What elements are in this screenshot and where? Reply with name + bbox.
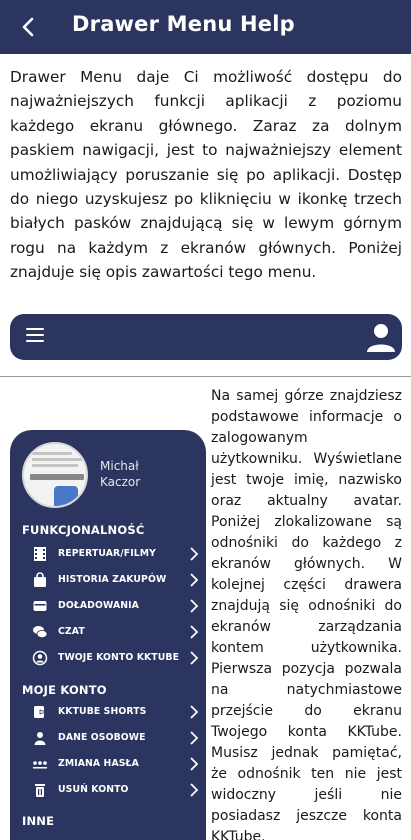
drawer-item-label: USUŃ KONTO: [58, 784, 129, 795]
avatar: [22, 442, 88, 508]
drawer-item-label: HISTORIA ZAKUPÓW: [58, 574, 167, 585]
chevron-right-icon: [186, 650, 202, 666]
drawer-item-delete-account[interactable]: USUŃ KONTO: [30, 779, 202, 801]
chevron-right-icon: [186, 598, 202, 614]
chevron-right-icon: [186, 624, 202, 640]
drawer-preview: Michał Kaczor FUNKCJONALNOŚĆ REPERTUAR/F…: [10, 430, 206, 840]
page-title: Drawer Menu Help: [72, 12, 295, 36]
person-icon: [364, 320, 398, 354]
drawer-item-label: DOŁADOWANIA: [58, 600, 139, 611]
drawer-item-change-password[interactable]: ZMIANA HASŁA: [30, 753, 202, 775]
chevron-right-icon: [186, 756, 202, 772]
demo-top-bar: [10, 314, 402, 360]
chevron-right-icon: [186, 546, 202, 562]
drawer-description: Na samej górze znajdziesz podstawowe inf…: [211, 388, 402, 840]
drawer-item-purchase-history[interactable]: HISTORIA ZAKUPÓW: [30, 569, 202, 591]
shopping-bag-icon: [32, 572, 48, 588]
shorts-icon: [32, 704, 48, 720]
drawer-item-label: ZMIANA HASŁA: [58, 758, 139, 769]
divider: [0, 376, 411, 377]
chevron-right-icon: [186, 572, 202, 588]
back-arrow-icon[interactable]: [14, 12, 44, 42]
person-icon: [32, 730, 48, 746]
password-dots-icon: [32, 756, 48, 772]
drawer-item-label: DANE OSOBOWE: [58, 732, 146, 743]
drawer-item-label: REPERTUAR/FILMY: [58, 548, 156, 559]
intro-paragraph: Drawer Menu daje Ci możliwość dostępu do…: [10, 68, 402, 282]
section-features: FUNKCJONALNOŚĆ: [22, 523, 145, 537]
drawer-item-top-ups[interactable]: DOŁADOWANIA: [30, 595, 202, 617]
drawer-item-chat[interactable]: CZAT: [30, 621, 202, 643]
drawer-item-kktube-account[interactable]: TWOJE KONTO KKTUBE: [30, 647, 202, 669]
drawer-item-shorts[interactable]: KKTUBE SHORTS: [30, 701, 202, 723]
drawer-item-label: TWOJE KONTO KKTUBE: [58, 652, 180, 663]
account-circle-icon: [32, 650, 48, 666]
chevron-right-icon: [186, 704, 202, 720]
chevron-right-icon: [186, 730, 202, 746]
drawer-item-label: CZAT: [58, 626, 85, 637]
chat-icon: [32, 624, 48, 640]
wallet-icon: [32, 598, 48, 614]
chevron-right-icon: [186, 782, 202, 798]
user-first-name: Michał: [100, 459, 139, 473]
user-name: Michał Kaczor: [100, 458, 140, 490]
user-last-name: Kaczor: [100, 475, 141, 489]
trash-icon: [32, 782, 48, 798]
drawer-item-repertoire[interactable]: REPERTUAR/FILMY: [30, 543, 202, 565]
section-other: INNE: [22, 814, 55, 828]
drawer-item-label: KKTUBE SHORTS: [58, 706, 147, 717]
section-account: MOJE KONTO: [22, 683, 107, 697]
film-icon: [32, 546, 48, 562]
hamburger-menu-icon: [26, 328, 44, 344]
drawer-item-personal-data[interactable]: DANE OSOBOWE: [30, 727, 202, 749]
app-bar: Drawer Menu Help: [0, 0, 411, 54]
